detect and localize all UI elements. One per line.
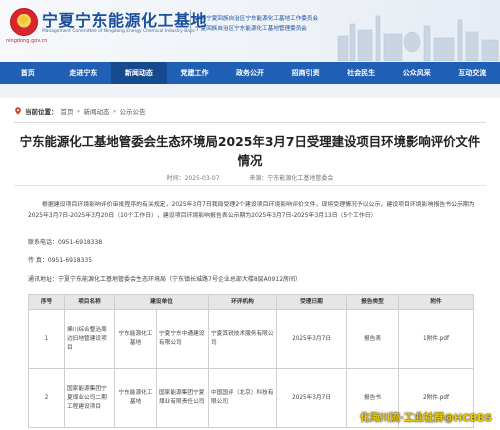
cell-region: 宁东能源化工基地 [114, 368, 157, 428]
cell-builder: 宁夏宁东中通建设有限公司 [156, 309, 209, 369]
header-gap [0, 84, 500, 98]
contact-address: 通讯地址：宁夏宁东能源化工基地管委会生态环境局（宁东镇长城路7号企业总部大楼8层… [28, 276, 302, 283]
col-header-attachment: 附件 [398, 294, 474, 310]
cell-region: 宁东能源化工基地 [114, 309, 157, 369]
nav-livelihood[interactable]: 社会民生 [333, 62, 389, 84]
cell-agency: 宁夏其锐技术服务有限公司 [208, 309, 277, 369]
article-source: 来源：宁东能源化工基地管委会 [249, 175, 334, 182]
col-header-index: 序号 [28, 294, 65, 310]
col-header-date: 受理日期 [276, 294, 347, 310]
main-nav: 首页 走进宁东 新闻动态 党建工作 政务公开 招商引资 社会民生 公众风采 互动… [0, 62, 500, 84]
site-english-name: Management Committee of Ningdong Energy … [42, 29, 195, 34]
site-name[interactable]: 宁夏宁东能源化工基地 [42, 7, 207, 31]
cell-project: 国家能源集团宁夏煤业公司二期工程建设项目 [64, 368, 115, 428]
cell-type: 报告表 [346, 309, 399, 369]
contact-phone: 联系电话：0951-6918338 [28, 239, 103, 246]
cell-index: 1 [28, 309, 65, 369]
breadcrumb-separator: » [112, 107, 117, 115]
cell-project: 烯川综合整治周边旧地管建设项目 [64, 309, 115, 369]
nav-home[interactable]: 首页 [0, 62, 56, 84]
breadcrumb-announcements[interactable]: 公示公告 [119, 106, 145, 116]
contact-fax: 传 真：0951-6918335 [28, 257, 93, 264]
cell-index: 2 [28, 368, 65, 428]
article-title: 宁东能源化工基地管委会生态环境局2025年3月7日受理建设项目环境影响评价文件情… [19, 134, 481, 168]
article-paragraph: 根据建设项目环境影响评价审批程序的有关规定，2025年3月7日我局受理2个建设项… [28, 202, 475, 219]
watermark: 化海川流·工业社群@HCBBS [360, 413, 492, 424]
breadcrumb: 当前位置： 首页 » 新闻动态 » 公示公告 [14, 104, 145, 118]
breadcrumb-divider [14, 122, 486, 123]
header-subtitle-2: 宁夏回族自治区宁东能源化工基地管理委员会 [195, 26, 307, 32]
table-row: 1 烯川综合整治周边旧地管建设项目 宁东能源化工基地 宁夏宁东中通建设有限公司 … [28, 309, 474, 369]
nav-gov-affairs[interactable]: 政务公开 [222, 62, 278, 84]
nav-about[interactable]: 走进宁东 [56, 62, 112, 84]
header-divider [190, 10, 191, 34]
site-header: ningdong.gov.cn 宁夏宁东能源化工基地 Management Co… [0, 0, 500, 62]
projects-table: 序号 项目名称 建设单位 环评机构 受理日期 报告类型 附件 1 烯川综合整治周… [28, 294, 474, 428]
breadcrumb-news[interactable]: 新闻动态 [83, 106, 109, 116]
cell-attachment-link[interactable]: 1附件.pdf [398, 309, 474, 369]
nav-investment[interactable]: 招商引资 [278, 62, 334, 84]
table-header-row: 序号 项目名称 建设单位 环评机构 受理日期 报告类型 附件 [28, 294, 474, 310]
breadcrumb-label: 当前位置： [25, 108, 58, 116]
national-emblem-icon [10, 8, 38, 36]
nav-public-style[interactable]: 公众风采 [389, 62, 445, 84]
col-header-agency: 环评机构 [208, 294, 277, 310]
cell-builder: 国家能源集团宁夏煤业有限责任公司 [156, 368, 209, 428]
breadcrumb-separator: » [76, 107, 81, 115]
nav-news[interactable]: 新闻动态 [111, 62, 167, 84]
col-header-builder: 建设单位 [114, 294, 209, 310]
location-pin-icon [15, 107, 21, 115]
header-subtitle-1: 中共宁夏回族自治区宁东能源化工基地工作委员会 [195, 16, 319, 22]
industrial-skyline-icon [337, 15, 499, 61]
col-header-project: 项目名称 [64, 294, 115, 310]
site-url: ningdong.gov.cn [6, 38, 48, 44]
article-date: 时间：2025-03-07 [166, 175, 220, 182]
breadcrumb-home[interactable]: 首页 [61, 106, 74, 116]
cell-date: 2025年3月7日 [276, 309, 347, 369]
article-meta: 时间：2025-03-07 来源：宁东能源化工基地管委会 [0, 173, 500, 182]
col-header-type: 报告类型 [346, 294, 399, 310]
cell-date: 2025年3月7日 [276, 368, 347, 428]
cell-agency: 中国国评（北京）科技有限公司 [208, 368, 277, 428]
meta-divider [14, 185, 486, 186]
nav-party[interactable]: 党建工作 [167, 62, 223, 84]
nav-interaction[interactable]: 互动交流 [445, 62, 500, 84]
